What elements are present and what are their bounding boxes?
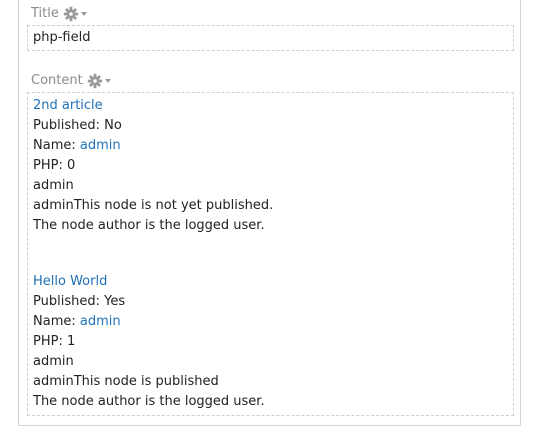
title-field-value: php-field <box>33 30 91 45</box>
published-status: Published: No <box>33 118 122 133</box>
publish-status-message: adminThis node is published <box>33 374 219 389</box>
published-status: Published: Yes <box>33 294 126 309</box>
author-text: admin <box>33 178 74 193</box>
article-title-link[interactable]: 2nd article <box>33 98 103 113</box>
title-field-box: php-field <box>27 25 514 51</box>
article-item: Hello World Published: Yes Name: admin P… <box>33 272 513 412</box>
gear-icon <box>87 73 111 89</box>
name-prefix: Name: <box>33 314 80 329</box>
content-section-label: Content <box>31 73 83 88</box>
name-prefix: Name: <box>33 138 80 153</box>
article-title-link[interactable]: Hello World <box>33 274 107 289</box>
triangle-down-icon <box>80 12 87 16</box>
title-section-header: Title <box>31 5 89 23</box>
author-link[interactable]: admin <box>80 138 121 153</box>
content-section-header: Content <box>31 72 113 90</box>
author-text: admin <box>33 354 74 369</box>
field-panel: Title php-field Content 2nd article Publ… <box>18 0 521 426</box>
article-separator <box>33 236 513 272</box>
title-settings-button[interactable] <box>63 6 89 22</box>
author-name-row: Name: admin <box>33 312 513 332</box>
triangle-down-icon <box>104 79 111 83</box>
author-link[interactable]: admin <box>80 314 121 329</box>
gear-icon <box>63 6 87 22</box>
content-settings-button[interactable] <box>87 73 113 89</box>
content-field-box: 2nd article Published: No Name: admin PH… <box>27 92 514 416</box>
author-note: The node author is the logged user. <box>33 394 265 409</box>
article-item: 2nd article Published: No Name: admin PH… <box>33 96 513 236</box>
author-name-row: Name: admin <box>33 136 513 156</box>
title-section-label: Title <box>31 6 59 21</box>
author-note: The node author is the logged user. <box>33 218 265 233</box>
publish-status-message: adminThis node is not yet published. <box>33 198 274 213</box>
php-value: PHP: 0 <box>33 158 76 173</box>
php-value: PHP: 1 <box>33 334 76 349</box>
